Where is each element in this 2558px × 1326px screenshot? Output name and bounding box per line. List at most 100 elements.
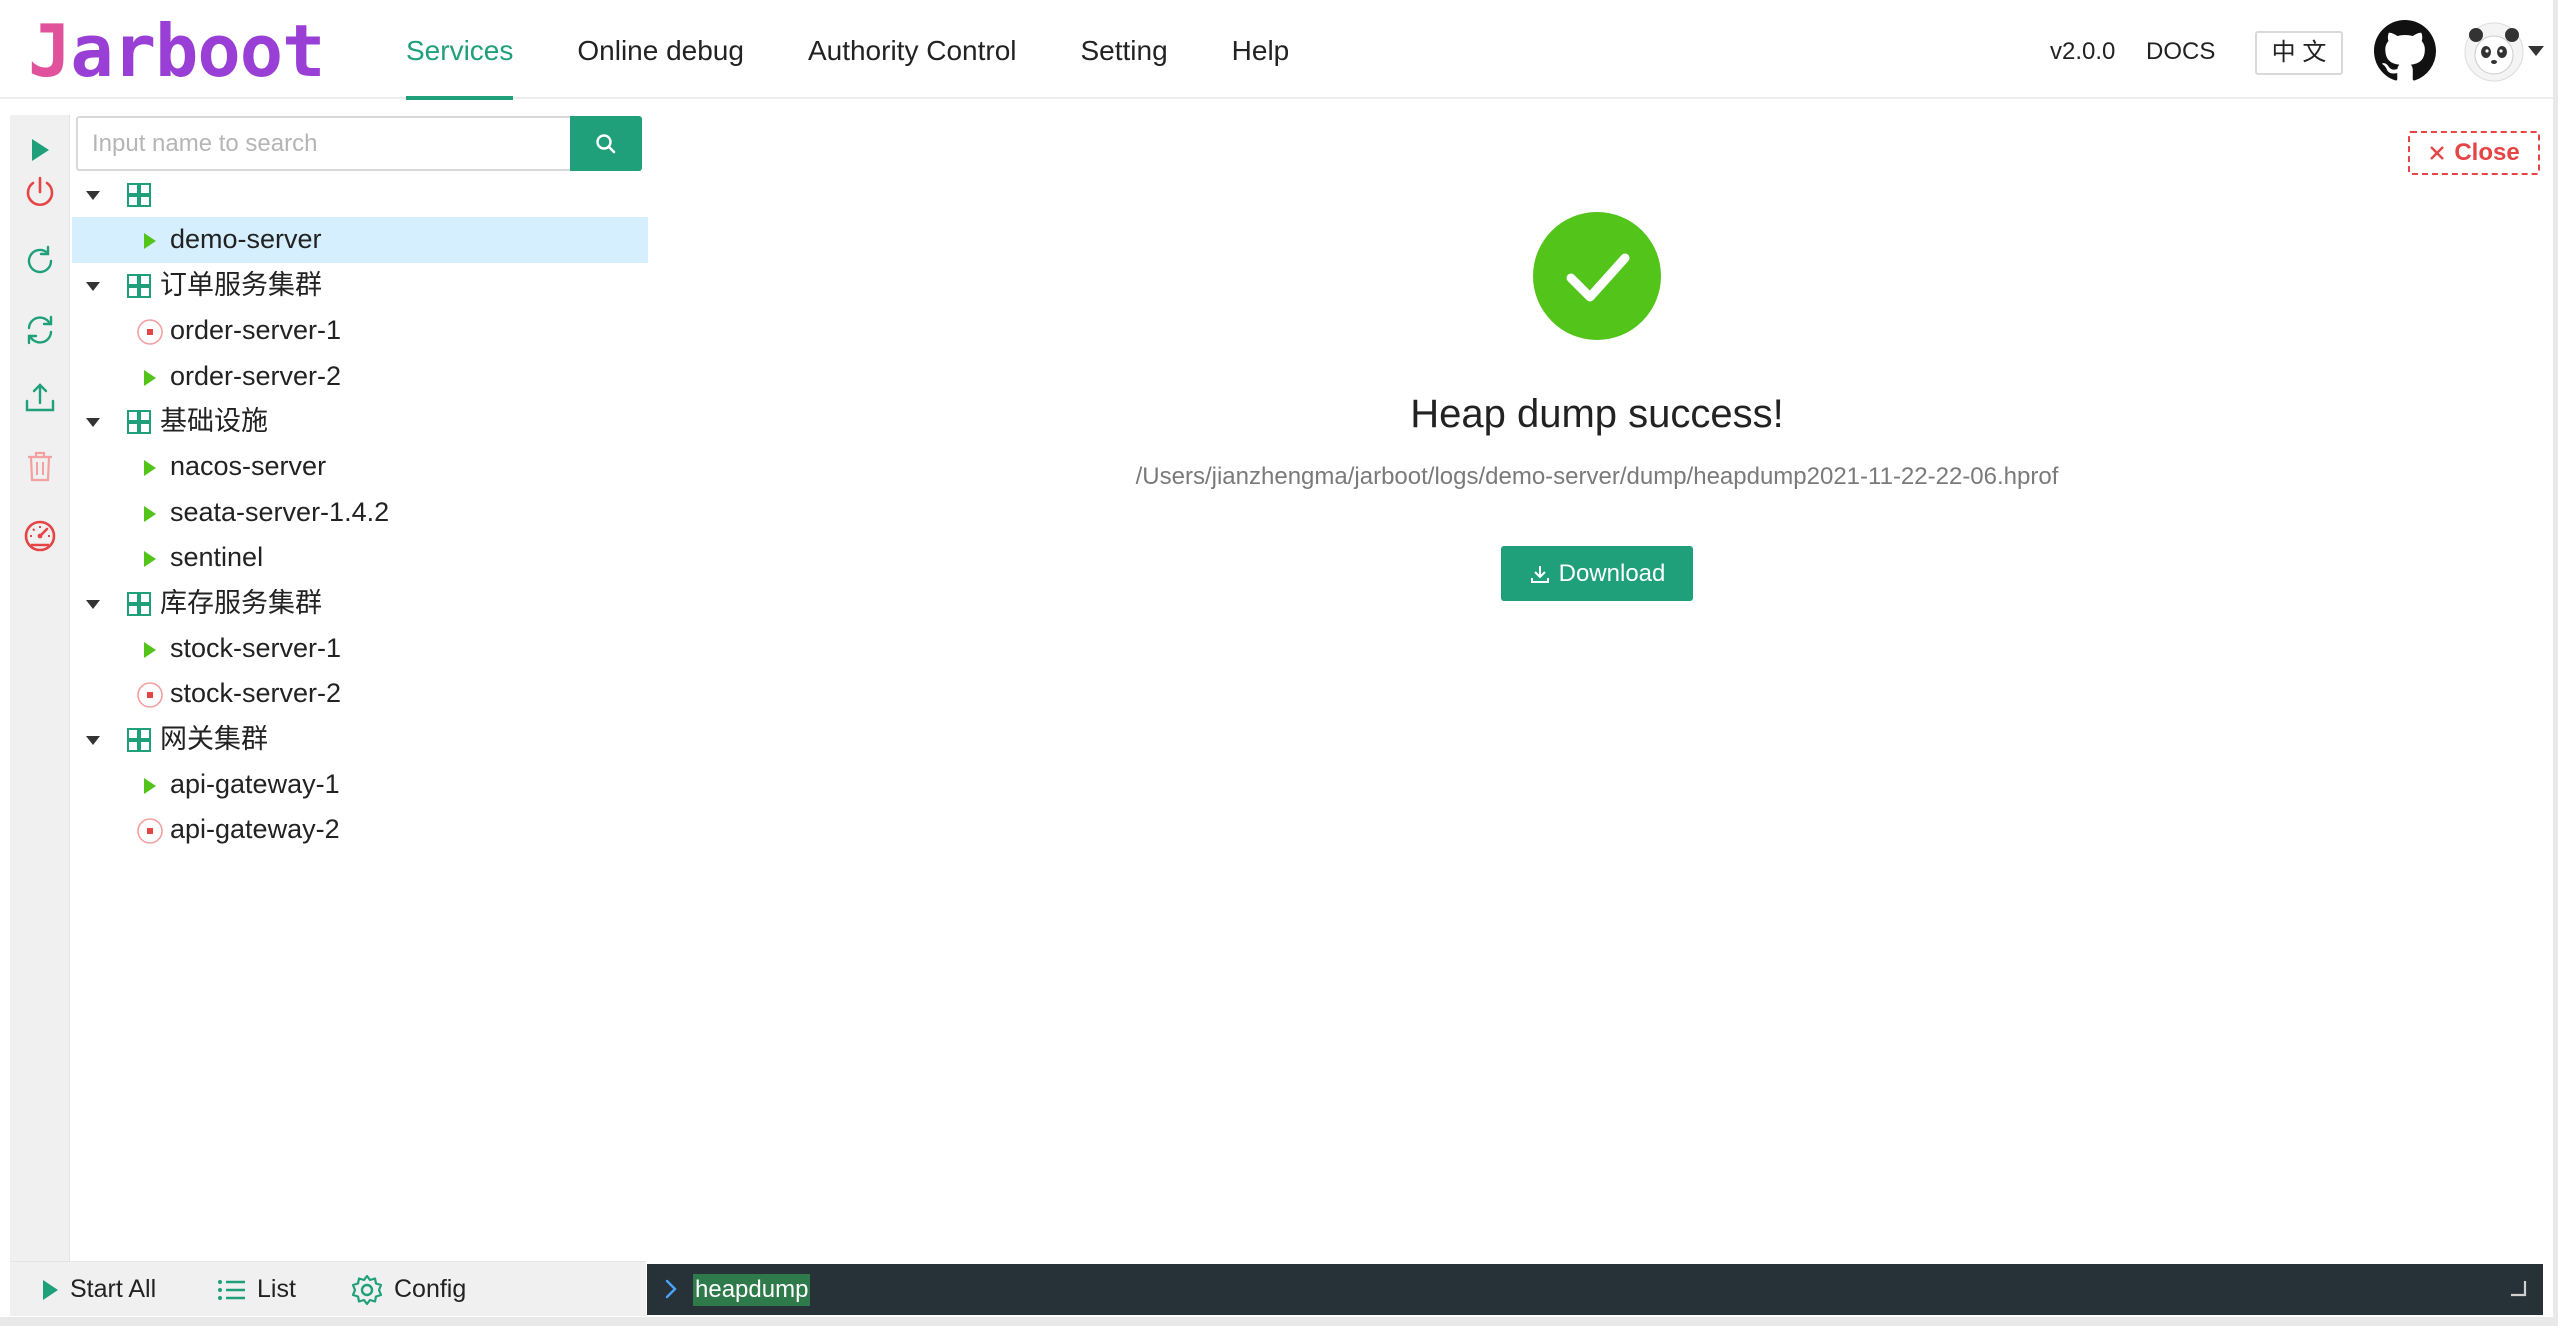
service-item[interactable]: sentinel bbox=[72, 535, 648, 580]
caret-down-icon[interactable] bbox=[86, 191, 100, 200]
stopped-status-icon bbox=[137, 682, 163, 709]
download-icon bbox=[1530, 565, 1549, 583]
service-name: demo-server bbox=[170, 224, 322, 255]
upload-icon[interactable] bbox=[22, 380, 58, 416]
service-item[interactable]: order-server-2 bbox=[72, 354, 648, 399]
main-nav: Services Online debug Authority Control … bbox=[374, 0, 1322, 100]
nav-setting[interactable]: Setting bbox=[1049, 0, 1200, 99]
service-toolbar bbox=[10, 115, 70, 1261]
service-name: api-gateway-1 bbox=[170, 769, 340, 800]
group-grid-icon bbox=[127, 183, 151, 207]
github-icon[interactable] bbox=[2374, 20, 2436, 82]
service-name: stock-server-2 bbox=[170, 678, 342, 709]
config-button[interactable]: Config bbox=[350, 1262, 466, 1317]
caret-down-icon[interactable] bbox=[86, 417, 100, 427]
list-button[interactable]: List bbox=[217, 1262, 296, 1317]
command-bar[interactable]: heapdump bbox=[647, 1264, 2543, 1315]
service-item[interactable]: api-gateway-1 bbox=[72, 762, 648, 807]
running-play-icon bbox=[144, 233, 156, 250]
group-label: 订单服务集群 bbox=[160, 269, 322, 301]
user-avatar[interactable] bbox=[2464, 22, 2524, 82]
bottom-toolbar: Start All List Config bbox=[10, 1261, 646, 1316]
group-grid-icon bbox=[127, 727, 151, 752]
download-button[interactable]: Download bbox=[1501, 546, 1693, 601]
restart-icon[interactable] bbox=[22, 243, 58, 279]
service-item[interactable]: stock-server-2 bbox=[72, 671, 648, 716]
nav-authority-control[interactable]: Authority Control bbox=[776, 0, 1049, 99]
window-frame-right bbox=[2553, 0, 2558, 1326]
version-label: v2.0.0 bbox=[2050, 38, 2116, 65]
docs-link[interactable]: DOCS bbox=[2146, 0, 2215, 104]
service-item[interactable]: seata-server-1.4.2 bbox=[72, 490, 648, 535]
caret-down-icon[interactable] bbox=[86, 599, 100, 609]
list-label: List bbox=[257, 1275, 296, 1303]
config-label: Config bbox=[394, 1275, 467, 1303]
group-label: 基础设施 bbox=[160, 405, 268, 437]
close-label: Close bbox=[2454, 139, 2520, 166]
service-item[interactable]: demo-server bbox=[72, 217, 648, 263]
list-icon bbox=[218, 1279, 245, 1300]
dashboard-icon[interactable] bbox=[22, 517, 58, 553]
service-tree: demo-server 订单服务集群 order-server-1 order-ser… bbox=[72, 172, 648, 853]
nav-online-debug[interactable]: Online debug bbox=[545, 0, 776, 99]
stopped-status-icon bbox=[137, 319, 163, 345]
play-icon bbox=[43, 1279, 58, 1300]
service-item[interactable]: order-server-1 bbox=[72, 308, 648, 353]
service-item[interactable]: api-gateway-2 bbox=[72, 807, 648, 852]
start-all-label: Start All bbox=[70, 1275, 157, 1303]
service-name: order-server-1 bbox=[170, 315, 342, 346]
play-icon[interactable] bbox=[22, 132, 58, 168]
close-button[interactable]: Close bbox=[2408, 131, 2540, 175]
search-input[interactable] bbox=[76, 116, 571, 171]
success-check-icon bbox=[1533, 212, 1661, 340]
running-play-icon bbox=[144, 778, 156, 795]
running-play-icon bbox=[144, 460, 156, 477]
start-all-button[interactable]: Start All bbox=[40, 1262, 156, 1317]
nav-services[interactable]: Services bbox=[374, 0, 545, 100]
service-name: order-server-2 bbox=[170, 360, 342, 391]
nav-help[interactable]: Help bbox=[1200, 0, 1322, 99]
service-search bbox=[76, 116, 642, 171]
service-name: seata-server-1.4.2 bbox=[170, 496, 390, 527]
search-button[interactable] bbox=[570, 116, 642, 171]
service-item[interactable]: stock-server-1 bbox=[72, 626, 648, 671]
group-grid-icon bbox=[127, 591, 151, 616]
command-input[interactable]: heapdump bbox=[693, 1274, 811, 1306]
group-label: 网关集群 bbox=[160, 723, 268, 755]
service-name: api-gateway-2 bbox=[170, 814, 340, 845]
sync-icon[interactable] bbox=[22, 312, 58, 348]
caret-down-icon[interactable] bbox=[86, 281, 100, 291]
tree-group[interactable]: 基础设施 bbox=[72, 399, 648, 444]
app-header: Jarboot Services Online debug Authority … bbox=[0, 0, 2558, 100]
download-label: Download bbox=[1558, 559, 1666, 587]
tree-group[interactable]: 订单服务集群 bbox=[72, 263, 648, 308]
running-play-icon bbox=[144, 551, 156, 568]
tree-group[interactable]: 网关集群 bbox=[72, 717, 648, 762]
power-icon[interactable] bbox=[22, 174, 58, 210]
service-name: stock-server-1 bbox=[170, 632, 342, 663]
search-icon bbox=[596, 133, 616, 153]
gear-icon bbox=[351, 1274, 383, 1305]
window-frame-bottom bbox=[0, 1317, 2558, 1326]
close-icon bbox=[2430, 146, 2445, 160]
running-play-icon bbox=[144, 369, 156, 386]
tree-group[interactable] bbox=[72, 172, 648, 217]
group-grid-icon bbox=[127, 273, 151, 298]
service-name: nacos-server bbox=[170, 451, 327, 482]
running-play-icon bbox=[144, 505, 156, 522]
prompt-chevron-icon bbox=[665, 1279, 677, 1299]
delete-icon[interactable] bbox=[22, 448, 58, 484]
chevron-down-icon[interactable] bbox=[2528, 46, 2544, 56]
caret-down-icon[interactable] bbox=[86, 735, 100, 745]
language-switch-button[interactable]: 中 文 bbox=[2255, 31, 2343, 75]
result-title: Heap dump success! bbox=[1410, 392, 1784, 436]
jarboot-logo[interactable]: Jarboot bbox=[28, 10, 325, 92]
stopped-status-icon bbox=[137, 818, 163, 845]
enter-icon[interactable] bbox=[2507, 1278, 2529, 1300]
tree-group[interactable]: 库存服务集群 bbox=[72, 581, 648, 626]
group-label: 库存服务集群 bbox=[160, 587, 322, 619]
dump-file-path: /Users/jianzhengma/jarboot/logs/demo-ser… bbox=[1135, 463, 2059, 490]
service-item[interactable]: nacos-server bbox=[72, 444, 648, 489]
group-grid-icon bbox=[127, 409, 151, 434]
running-play-icon bbox=[144, 641, 156, 658]
